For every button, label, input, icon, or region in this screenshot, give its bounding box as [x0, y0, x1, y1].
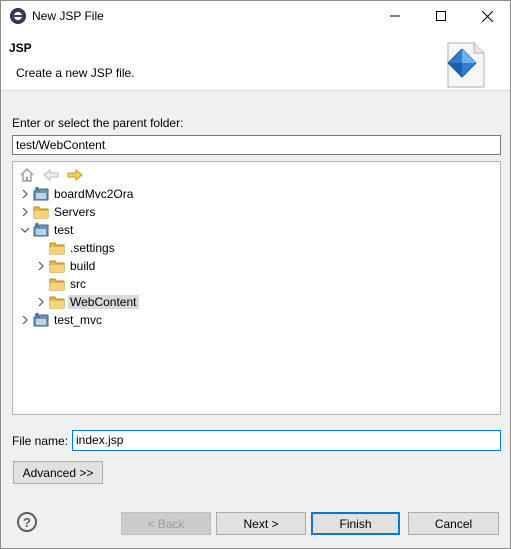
chevron-right-icon[interactable]	[35, 257, 47, 275]
title-bar: New JSP File	[1, 1, 510, 31]
advanced-button[interactable]: Advanced >>	[13, 461, 103, 484]
project-icon	[33, 222, 49, 238]
tree-item-servers[interactable]: Servers	[19, 203, 95, 221]
minimize-button[interactable]	[372, 1, 418, 31]
maximize-icon	[436, 11, 446, 21]
file-name-label: File name:	[12, 434, 69, 448]
next-button[interactable]: Next >	[216, 512, 306, 535]
tree-item-src[interactable]: src	[49, 275, 86, 293]
project-icon	[33, 312, 49, 328]
cancel-button[interactable]: Cancel	[408, 512, 499, 535]
tree-toolbar	[19, 167, 83, 183]
parent-folder-input[interactable]: test/WebContent	[12, 135, 501, 155]
file-name-input[interactable]: index.jsp	[72, 430, 501, 451]
folder-icon	[49, 240, 65, 256]
close-icon	[481, 10, 493, 22]
folder-icon	[49, 276, 65, 292]
tree-item-test-mvc[interactable]: test_mvc	[19, 311, 102, 329]
back-arrow-icon[interactable]	[43, 167, 59, 183]
forward-arrow-icon[interactable]	[67, 167, 83, 183]
chevron-right-icon[interactable]	[35, 293, 47, 311]
minimize-icon	[390, 15, 400, 17]
finish-button[interactable]: Finish	[311, 512, 400, 535]
help-icon[interactable]: ?	[17, 512, 37, 532]
parent-folder-label: Enter or select the parent folder:	[12, 116, 184, 130]
new-jsp-file-dialog: New JSP File JSP Create a new JSP file. …	[0, 0, 511, 549]
eclipse-icon	[10, 8, 26, 24]
back-button[interactable]: < Back	[121, 512, 211, 535]
folder-icon	[33, 204, 49, 220]
wizard-header: JSP Create a new JSP file.	[1, 31, 510, 91]
wizard-description: Create a new JSP file.	[16, 66, 135, 80]
chevron-right-icon[interactable]	[19, 203, 31, 221]
folder-tree[interactable]: boardMvc2Ora Servers test .settings buil…	[12, 161, 501, 415]
chevron-right-icon[interactable]	[19, 185, 31, 203]
maximize-button[interactable]	[418, 1, 464, 31]
tree-item-test[interactable]: test	[19, 221, 73, 239]
window-title: New JSP File	[32, 9, 104, 23]
tree-item-webcontent[interactable]: WebContent	[35, 293, 139, 311]
folder-icon	[49, 258, 65, 274]
close-button[interactable]	[464, 1, 510, 31]
project-icon	[33, 186, 49, 202]
jsp-wizard-icon	[447, 42, 485, 88]
wizard-title: JSP	[9, 41, 32, 55]
tree-item-boardmvc2ora[interactable]: boardMvc2Ora	[19, 185, 133, 203]
chevron-down-icon[interactable]	[19, 221, 31, 239]
tree-item-build[interactable]: build	[35, 257, 95, 275]
folder-icon	[49, 294, 65, 310]
chevron-right-icon[interactable]	[19, 311, 31, 329]
tree-item-settings[interactable]: .settings	[49, 239, 115, 257]
home-icon[interactable]	[19, 167, 35, 183]
